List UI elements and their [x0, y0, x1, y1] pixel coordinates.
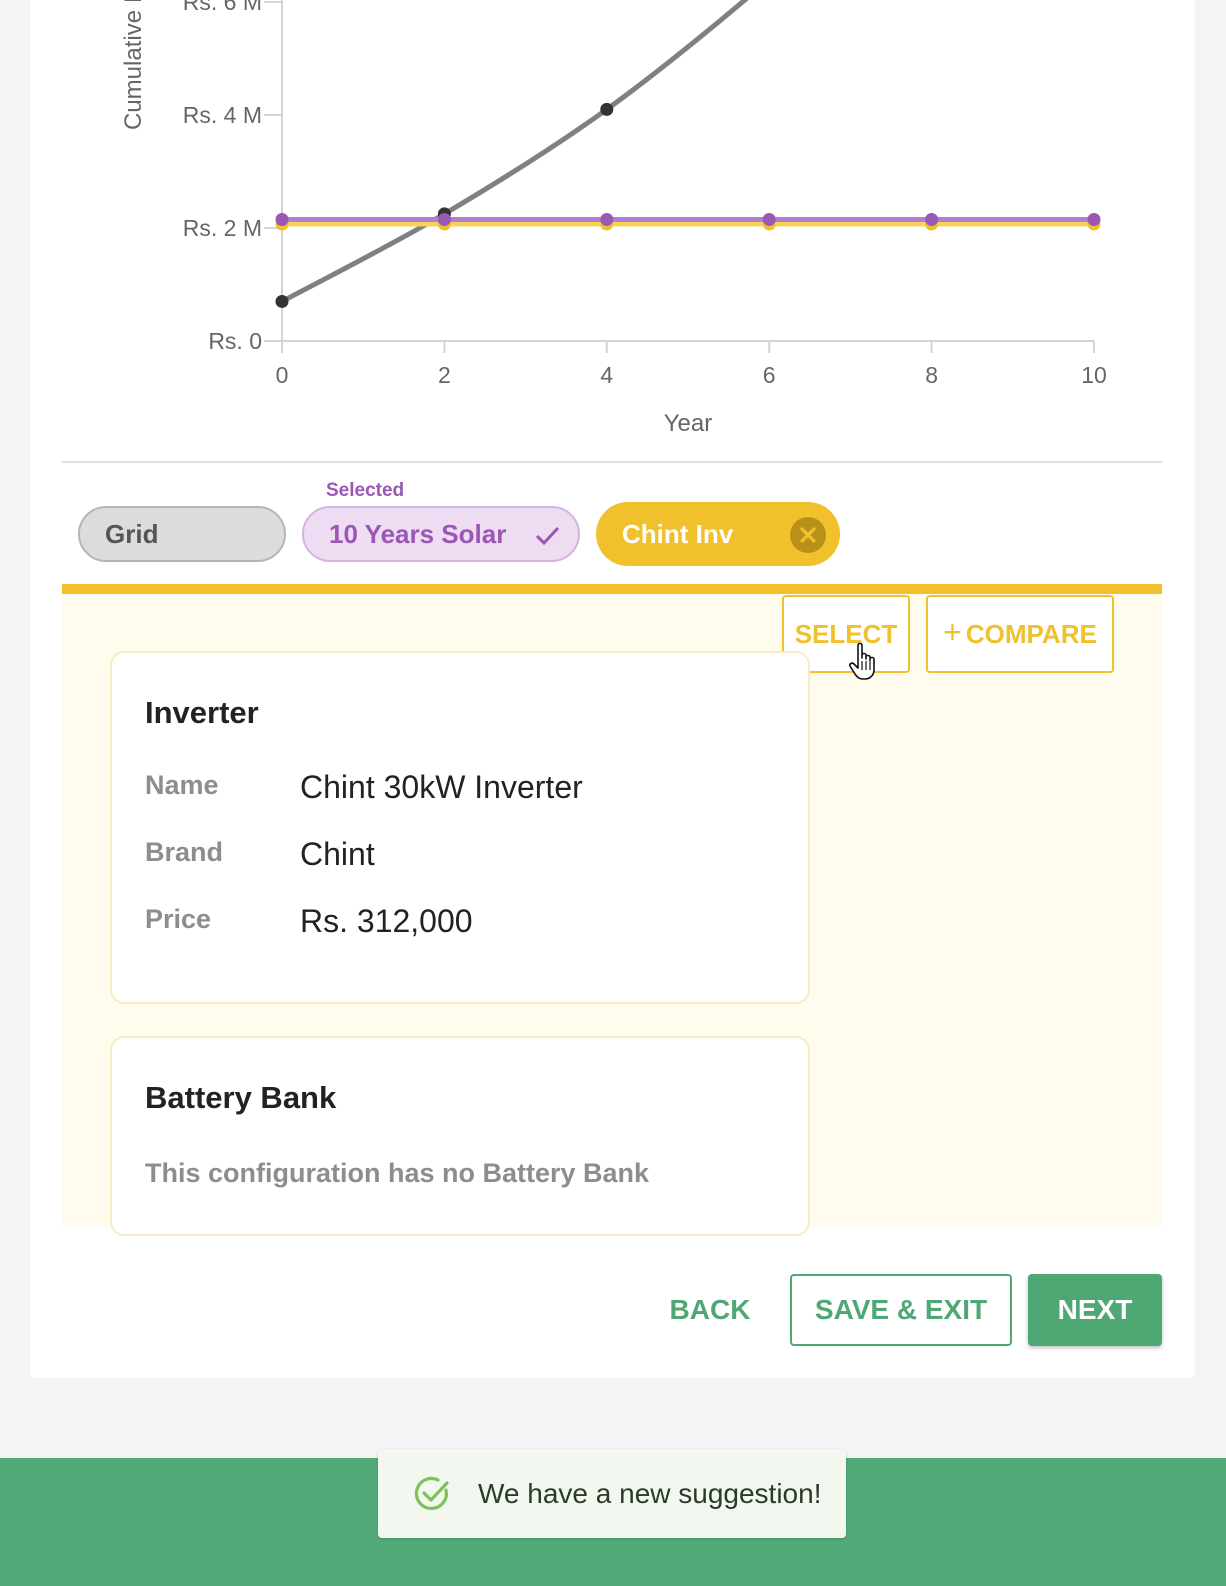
- inverter-card: Inverter Name Chint 30kW Inverter Brand …: [110, 651, 810, 1004]
- x-tick-label: 6: [763, 362, 776, 388]
- check-icon: [535, 526, 560, 546]
- close-icon[interactable]: [790, 517, 826, 553]
- save-and-exit-button[interactable]: SAVE & EXIT: [790, 1274, 1012, 1346]
- name-label: Name: [145, 770, 219, 800]
- y-tick-label: Rs. 6 M: [183, 0, 262, 15]
- back-button[interactable]: BACK: [655, 1275, 765, 1345]
- chip-label: 10 Years Solar: [329, 518, 507, 549]
- y-tick-label: Rs. 4 M: [183, 102, 262, 128]
- suggestion-toast[interactable]: We have a new suggestion!: [378, 1449, 846, 1538]
- price-value: Rs. 312,000: [300, 903, 473, 939]
- brand-value: Chint: [300, 836, 375, 872]
- cumulative-cost-chart: Cumulative I Year Rs. 0 Rs. 2 M Rs. 4 M Rs.…: [120, 0, 1107, 437]
- hand-cursor-icon: [849, 642, 875, 680]
- back-button-label: BACK: [669, 1294, 751, 1325]
- data-point-grid: [600, 102, 614, 116]
- compare-button[interactable]: + COMPARE: [926, 595, 1114, 673]
- data-point-solar: [762, 213, 776, 227]
- battery-bank-card: Battery Bank This configuration has no B…: [110, 1036, 810, 1236]
- empty-message: This configuration has no Battery Bank: [145, 1158, 650, 1188]
- chart-divider: [62, 461, 1162, 463]
- data-point-solar: [275, 213, 289, 227]
- data-point-grid: [275, 294, 289, 308]
- details-accent-bar: [62, 584, 1162, 594]
- card-title: Battery Bank: [145, 1080, 337, 1115]
- price-label: Price: [145, 904, 212, 934]
- y-axis-label: Cumulative I: [120, 0, 147, 130]
- y-tick-label: Rs. 2 M: [183, 215, 262, 241]
- success-check-icon: [414, 1476, 449, 1510]
- brand-label: Brand: [145, 837, 224, 867]
- toast-message: We have a new suggestion!: [478, 1477, 822, 1509]
- option-chip-10-years-solar[interactable]: 10 Years Solar: [302, 506, 580, 562]
- plus-icon: +: [943, 614, 962, 650]
- selected-caption: Selected: [326, 480, 405, 501]
- option-chip-chint-inv[interactable]: Chint Inv: [596, 502, 840, 566]
- option-chip-grid[interactable]: Grid: [78, 506, 286, 562]
- x-tick-label: 4: [600, 362, 613, 388]
- x-tick-label: 10: [1081, 362, 1107, 388]
- next-button[interactable]: NEXT: [1028, 1274, 1162, 1346]
- chip-label: Chint Inv: [622, 518, 734, 549]
- data-point-solar: [600, 213, 614, 227]
- x-tick-label: 0: [276, 362, 289, 388]
- series-line-grid: [280, 0, 749, 304]
- y-tick-label: Rs. 0: [208, 328, 262, 354]
- compare-button-label: COMPARE: [965, 618, 1097, 649]
- x-tick-label: 8: [925, 362, 938, 388]
- card-title: Inverter: [145, 695, 259, 730]
- data-point-solar: [1087, 213, 1101, 227]
- data-point-solar: [925, 213, 939, 227]
- data-point-solar: [437, 213, 451, 227]
- x-tick-label: 2: [438, 362, 451, 388]
- x-axis-label: Year: [664, 410, 713, 437]
- name-value: Chint 30kW Inverter: [300, 769, 583, 805]
- chip-label: Grid: [105, 518, 159, 549]
- save-button-label: SAVE & EXIT: [814, 1294, 988, 1325]
- next-button-label: NEXT: [1057, 1294, 1133, 1325]
